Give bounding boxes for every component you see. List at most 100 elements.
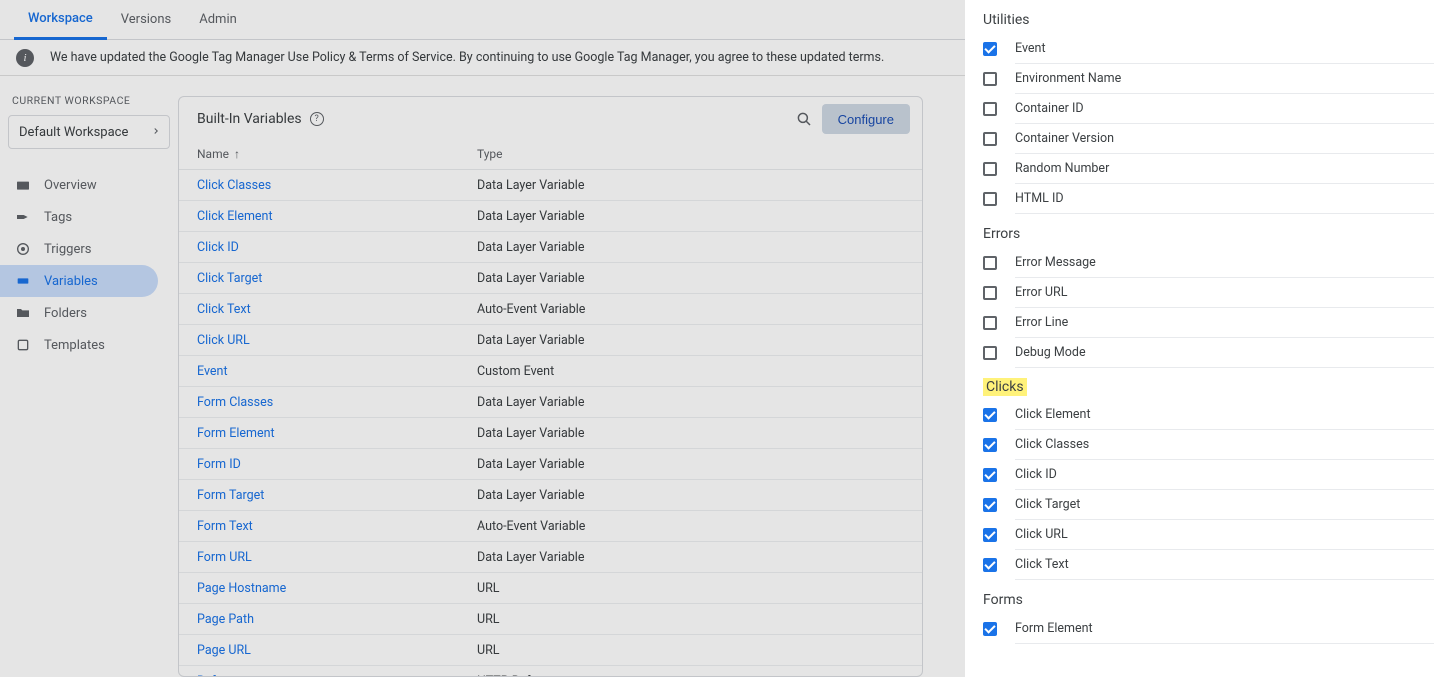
variable-name-link[interactable]: Event	[197, 364, 477, 379]
variable-name-link[interactable]: Click Text	[197, 302, 477, 317]
checkbox[interactable]	[983, 192, 997, 206]
table-row: Page HostnameURL	[179, 573, 922, 604]
checkbox[interactable]	[983, 256, 997, 270]
panel-option[interactable]: Event	[965, 34, 1434, 64]
tab-versions[interactable]: Versions	[107, 0, 185, 40]
variable-type: Auto-Event Variable	[477, 302, 904, 317]
variable-name-link[interactable]: Form ID	[197, 457, 477, 472]
sidebar-item-variables[interactable]: Variables	[0, 265, 158, 297]
variable-type: Data Layer Variable	[477, 457, 904, 472]
checkbox[interactable]	[983, 72, 997, 86]
tab-admin[interactable]: Admin	[185, 0, 251, 40]
checkbox[interactable]	[983, 316, 997, 330]
table-row: ReferrerHTTP Referrer	[179, 666, 922, 676]
option-label: Container ID	[1015, 101, 1084, 116]
col-name-header[interactable]: Name ↑	[197, 147, 477, 161]
checkbox[interactable]	[983, 468, 997, 482]
panel-option[interactable]: Container ID	[965, 94, 1434, 124]
panel-group-title: Forms	[965, 580, 1434, 614]
option-label: Random Number	[1015, 161, 1109, 176]
sidebar-item-label: Templates	[44, 338, 105, 353]
table-row: Page PathURL	[179, 604, 922, 635]
sidebar-item-templates[interactable]: Templates	[0, 329, 158, 361]
option-label: HTML ID	[1015, 191, 1064, 206]
checkbox[interactable]	[983, 42, 997, 56]
panel-option[interactable]: Click URL	[965, 520, 1434, 550]
panel-group-title: Errors	[965, 214, 1434, 248]
col-type-header[interactable]: Type	[477, 147, 904, 161]
variable-type: Data Layer Variable	[477, 209, 904, 224]
variable-type: HTTP Referrer	[477, 674, 904, 677]
panel-option[interactable]: Container Version	[965, 124, 1434, 154]
help-icon[interactable]: ?	[310, 112, 324, 126]
table-row: Click TextAuto-Event Variable	[179, 294, 922, 325]
checkbox[interactable]	[983, 498, 997, 512]
variable-name-link[interactable]: Click ID	[197, 240, 477, 255]
checkbox[interactable]	[983, 558, 997, 572]
variable-name-link[interactable]: Click Element	[197, 209, 477, 224]
configure-button[interactable]: Configure	[822, 104, 910, 134]
sidebar-item-folders[interactable]: Folders	[0, 297, 158, 329]
table-row: Form URLData Layer Variable	[179, 542, 922, 573]
tag-icon	[14, 209, 32, 225]
variable-type: URL	[477, 643, 904, 658]
variable-name-link[interactable]: Form Classes	[197, 395, 477, 410]
variable-name-link[interactable]: Form Text	[197, 519, 477, 534]
variable-type: Data Layer Variable	[477, 240, 904, 255]
option-label: Click URL	[1015, 527, 1068, 542]
checkbox[interactable]	[983, 622, 997, 636]
panel-option[interactable]: Debug Mode	[965, 338, 1434, 368]
table-header: Name ↑ Type	[179, 141, 922, 170]
panel-option[interactable]: Error URL	[965, 278, 1434, 308]
panel-option[interactable]: Environment Name	[965, 64, 1434, 94]
sidebar: CURRENT WORKSPACE Default Workspace Over…	[0, 76, 178, 677]
table-row: Click IDData Layer Variable	[179, 232, 922, 263]
panel-option[interactable]: Error Line	[965, 308, 1434, 338]
variable-name-link[interactable]: Click Target	[197, 271, 477, 286]
table-row: Page URLURL	[179, 635, 922, 666]
variable-name-link[interactable]: Page URL	[197, 643, 477, 658]
panel-option[interactable]: Click Target	[965, 490, 1434, 520]
checkbox[interactable]	[983, 286, 997, 300]
panel-option[interactable]: Form Element	[965, 614, 1434, 644]
variable-name-link[interactable]: Click Classes	[197, 178, 477, 193]
checkbox[interactable]	[983, 408, 997, 422]
panel-option[interactable]: Click ID	[965, 460, 1434, 490]
checkbox[interactable]	[983, 346, 997, 360]
checkbox[interactable]	[983, 528, 997, 542]
option-label: Click ID	[1015, 467, 1057, 482]
variable-type: Data Layer Variable	[477, 426, 904, 441]
panel-option[interactable]: Click Classes	[965, 430, 1434, 460]
variable-name-link[interactable]: Click URL	[197, 333, 477, 348]
checkbox[interactable]	[983, 102, 997, 116]
checkbox[interactable]	[983, 162, 997, 176]
variable-name-link[interactable]: Form URL	[197, 550, 477, 565]
variable-name-link[interactable]: Page Path	[197, 612, 477, 627]
search-icon[interactable]	[786, 101, 822, 137]
panel-option[interactable]: Click Text	[965, 550, 1434, 580]
sidebar-item-triggers[interactable]: Triggers	[0, 233, 158, 265]
panel-option[interactable]: HTML ID	[965, 184, 1434, 214]
variable-name-link[interactable]: Referrer	[197, 674, 477, 677]
tab-workspace[interactable]: Workspace	[14, 0, 107, 40]
workspace-name: Default Workspace	[19, 125, 128, 140]
panel-option[interactable]: Random Number	[965, 154, 1434, 184]
panel-option[interactable]: Click Element	[965, 400, 1434, 430]
option-label: Click Target	[1015, 497, 1080, 512]
panel-option[interactable]: Error Message	[965, 248, 1434, 278]
variable-type: Custom Event	[477, 364, 904, 379]
table-row: Click URLData Layer Variable	[179, 325, 922, 356]
variable-name-link[interactable]: Page Hostname	[197, 581, 477, 596]
option-label: Error URL	[1015, 285, 1067, 300]
variable-name-link[interactable]: Form Element	[197, 426, 477, 441]
configure-panel: UtilitiesEventEnvironment NameContainer …	[965, 0, 1440, 677]
variable-name-link[interactable]: Form Target	[197, 488, 477, 503]
checkbox[interactable]	[983, 132, 997, 146]
sidebar-item-overview[interactable]: Overview	[0, 169, 158, 201]
option-label: Click Text	[1015, 557, 1069, 572]
sidebar-item-tags[interactable]: Tags	[0, 201, 158, 233]
workspace-selector[interactable]: Default Workspace	[8, 115, 170, 149]
variable-type: URL	[477, 581, 904, 596]
table-row: Click ClassesData Layer Variable	[179, 170, 922, 201]
checkbox[interactable]	[983, 438, 997, 452]
